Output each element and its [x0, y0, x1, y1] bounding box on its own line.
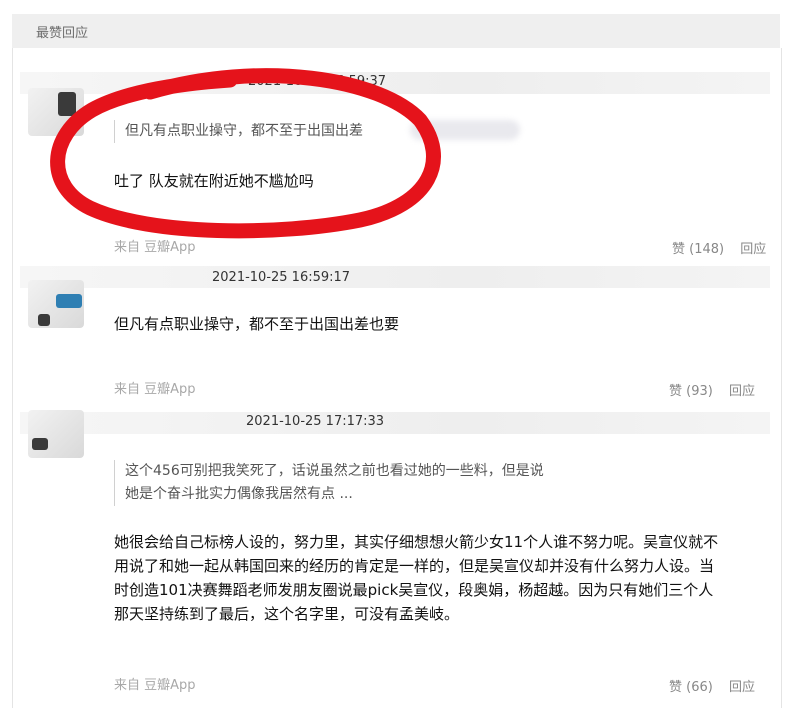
comment-meta-bar [20, 72, 770, 94]
comment-actions: 赞 (148) 回应 [660, 238, 766, 257]
avatar[interactable] [28, 280, 84, 328]
comment-meta-bar [20, 412, 770, 434]
section-title: 最赞回应 [36, 26, 89, 41]
comment-timestamp: 2021-10-25 16:59:37 [248, 74, 387, 89]
comment-text-line: 吐了 队友就在附近她不尴尬吗 [114, 172, 314, 190]
comment-source[interactable]: 来自 豆瓣App [114, 236, 196, 255]
comment-body: 吐了 队友就在附近她不尴尬吗 [114, 169, 314, 193]
reply-button[interactable]: 回应 [740, 242, 766, 257]
section-header: 最赞回应 [12, 14, 780, 48]
comment-text-line: 时创造101决赛舞蹈老师发朋友圈说最pick吴宣仪，段奥娟，杨超越。因为只有她们… [114, 581, 714, 599]
comment-body: 但凡有点职业操守，都不至于出国出差也要 [114, 312, 399, 336]
like-button[interactable]: 赞 (148) [672, 242, 724, 257]
quote-line: 这个456可别把我笑死了，话说虽然之前也看过她的一些料，但是说 [125, 463, 544, 479]
comment-text-line: 但凡有点职业操守，都不至于出国出差也要 [114, 315, 400, 333]
comment-timestamp: 2021-10-25 17:17:33 [246, 414, 385, 429]
avatar[interactable] [28, 88, 84, 136]
comment-actions: 赞 (66) 回应 [657, 676, 755, 695]
quote-line: 她是个奋斗批实力偶像我居然有点 ... [125, 486, 353, 502]
comment-timestamp: 2021-10-25 16:59:17 [212, 270, 351, 285]
comment-item: 2021-10-25 17:17:33 这个456可别把我笑死了，话说虽然之前也… [20, 410, 770, 700]
comment-text-line: 她很会给自己标榜人设的，努力里，其实仔细想想火箭少女11个人谁不努力呢。吴宣仪就… [114, 533, 719, 551]
avatar[interactable] [28, 410, 84, 458]
quoted-comment: 但凡有点职业操守，都不至于出国出差 [114, 120, 363, 143]
quote-line: 但凡有点职业操守，都不至于出国出差 [125, 123, 363, 139]
reply-button[interactable]: 回应 [729, 384, 755, 399]
comment-text-line: 那天坚持练到了最后，这个名字里，可没有孟美岐。 [114, 605, 460, 623]
quoted-comment: 这个456可别把我笑死了，话说虽然之前也看过她的一些料，但是说 她是个奋斗批实力… [114, 460, 544, 506]
comment-text-line: 用说了和她一起从韩国回来的经历的肯定是一样的，但是吴宣仪却并没有什么努力人设。当 [114, 557, 715, 575]
comment-body: 她很会给自己标榜人设的，努力里，其实仔细想想火箭少女11个人谁不努力呢。吴宣仪就… [114, 530, 718, 626]
comment-item: 2021-10-25 16:59:17 但凡有点职业操守，都不至于出国出差也要 … [20, 266, 770, 406]
comment-item: 2021-10-25 16:59:37 但凡有点职业操守，都不至于出国出差 吐了… [20, 70, 770, 260]
comment-source[interactable]: 来自 豆瓣App [114, 674, 196, 693]
reply-button[interactable]: 回应 [729, 680, 755, 695]
like-button[interactable]: 赞 (66) [669, 680, 713, 695]
comment-actions: 赞 (93) 回应 [657, 380, 755, 399]
like-button[interactable]: 赞 (93) [669, 384, 713, 399]
comment-meta-bar [20, 266, 770, 288]
comment-source[interactable]: 来自 豆瓣App [114, 378, 196, 397]
blurred-username [410, 120, 520, 140]
